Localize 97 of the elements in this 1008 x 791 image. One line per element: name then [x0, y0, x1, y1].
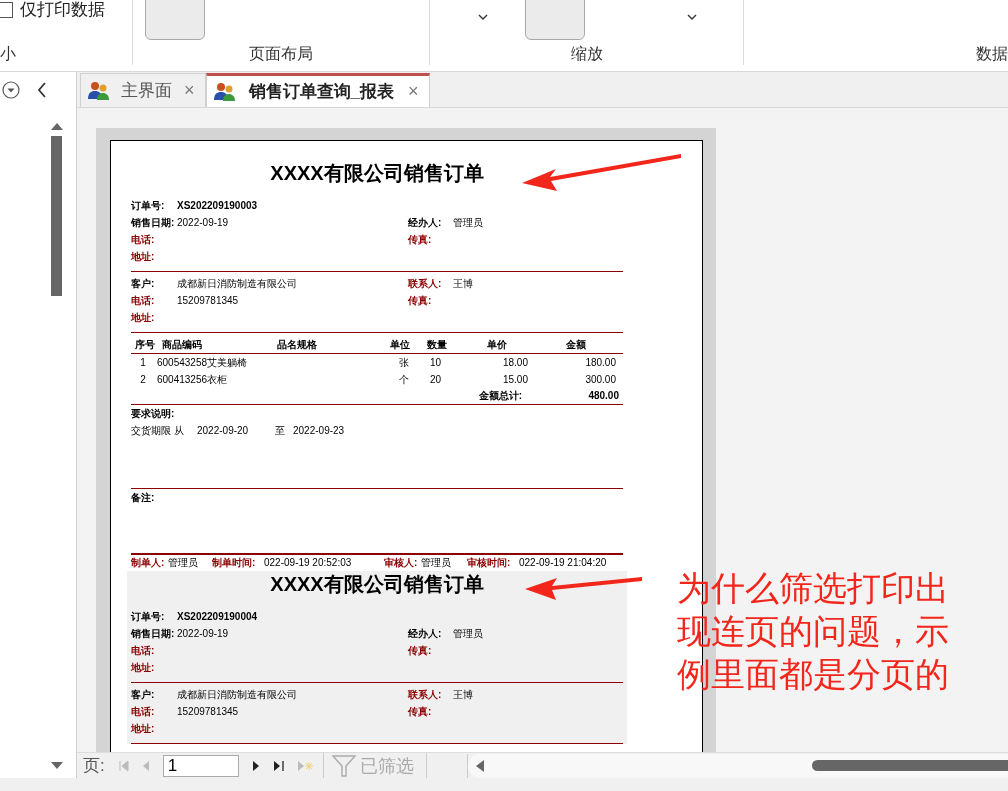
field-label: 订单号: — [131, 199, 166, 213]
table-cell-text: 1 — [139, 356, 147, 370]
total-label: 金额总计: — [478, 389, 522, 403]
field-label: 订单号: — [131, 610, 166, 624]
column-header: 商品编码 — [161, 338, 203, 352]
field-label: 传真: — [408, 705, 433, 719]
field-label: 销售日期: — [131, 216, 176, 230]
field-value: 022-09-19 21:04:20 — [519, 556, 608, 570]
field-value: 王博 — [453, 689, 473, 700]
field-value: 成都新日消防制造有限公司 — [177, 278, 297, 289]
field-label: 客户: — [131, 688, 156, 702]
field-value: XS202209190004 — [177, 610, 259, 624]
column-header: 品名规格 — [276, 338, 318, 352]
table-cell-text: 600413256衣柜 — [156, 373, 229, 387]
field-label: 经办人: — [408, 627, 443, 641]
users-icon — [212, 81, 237, 102]
caret-icon[interactable] — [478, 14, 489, 20]
field-label: 至 — [275, 424, 286, 438]
table-cell-text: 20 — [429, 373, 443, 387]
field-value: 15209781345 — [177, 706, 239, 717]
document-tab[interactable]: 销售订单查询_报表 × — [205, 73, 430, 107]
field-value: 2022-09-20 — [197, 424, 250, 438]
page-number-field[interactable]: 1 — [162, 754, 239, 777]
field-label: 地址: — [131, 722, 156, 736]
scrollbar-thumb[interactable] — [51, 136, 62, 296]
checkbox-label[interactable]: 仅打印数据 — [20, 0, 105, 20]
field-label: 制单时间: — [212, 556, 257, 570]
collapse-icon[interactable] — [37, 82, 47, 98]
field-label: 地址: — [131, 250, 156, 264]
field-value: 王博 — [453, 278, 473, 289]
table-cell-text: 180.00 — [584, 356, 617, 370]
field-value: 2022-09-19 — [177, 628, 229, 639]
field-value: 15209781345 — [177, 295, 239, 306]
group-label: 缩放 — [570, 44, 603, 64]
report-title: XXXX有限公司销售订单 — [270, 161, 484, 186]
field-label: 电话: — [131, 705, 156, 719]
field-label: 电话: — [131, 233, 156, 247]
field-value: 成都新日消防制造有限公司 — [177, 689, 297, 700]
scrollbar-thumb[interactable] — [812, 760, 1008, 771]
total-value: 480.00 — [587, 389, 619, 403]
caret-icon[interactable] — [687, 14, 698, 20]
field-label: 传真: — [408, 233, 433, 247]
checkbox[interactable] — [0, 2, 13, 18]
field-value: 2022-09-19 — [177, 217, 229, 228]
scroll-up-icon[interactable] — [50, 122, 63, 130]
table-cell-text: 300.00 — [584, 373, 617, 387]
scroll-down-icon[interactable] — [50, 762, 63, 770]
field-value: 管理员 — [421, 556, 452, 570]
group-label: 小 — [0, 44, 16, 64]
field-label: 传真: — [408, 644, 433, 658]
field-label: 传真: — [408, 294, 433, 308]
column-header: 单位 — [389, 338, 411, 352]
users-icon — [87, 80, 111, 101]
field-label: 销售日期: — [131, 627, 176, 641]
next-record-icon[interactable] — [250, 759, 261, 772]
field-label: 审核人: — [384, 556, 419, 570]
field-label: 地址: — [131, 661, 156, 675]
section-label: 要求说明: — [131, 407, 176, 421]
field-label: 制单人: — [131, 556, 166, 570]
scroll-left-icon[interactable] — [475, 759, 484, 772]
table-cell-text: 2 — [139, 373, 147, 387]
filter-icon — [331, 754, 356, 777]
field-label: 地址: — [131, 311, 156, 325]
group-label: 页面布局 — [249, 44, 314, 64]
report-title: XXXX有限公司销售订单 — [270, 572, 484, 597]
column-header: 序号 — [134, 338, 155, 352]
field-value: 管理员 — [453, 628, 483, 639]
column-header: 单价 — [486, 338, 508, 352]
column-header: 数量 — [426, 338, 448, 352]
field-label: 联系人: — [408, 688, 443, 702]
field-label: 客户: — [131, 277, 156, 291]
table-cell-text: 张 — [398, 356, 410, 370]
field-label: 联系人: — [408, 277, 443, 291]
dropdown-circle-icon[interactable] — [2, 81, 20, 99]
field-label: 电话: — [131, 644, 156, 658]
field-value: 管理员 — [453, 217, 483, 228]
field-value: 022-09-19 20:52:03 — [264, 556, 353, 570]
field-label: 交货期限 从 — [131, 424, 185, 438]
table-cell-text: 个 — [398, 373, 410, 387]
section-label: 备注: — [131, 491, 156, 505]
field-value: XS202209190003 — [177, 199, 259, 213]
last-record-icon[interactable] — [272, 759, 285, 772]
close-button[interactable]: × — [408, 81, 419, 102]
document-tab[interactable]: 主界面 × — [80, 73, 206, 107]
field-label: 审核时间: — [467, 556, 512, 570]
field-value: 管理员 — [168, 556, 199, 570]
table-cell-text: 15.00 — [501, 373, 529, 387]
close-button[interactable]: × — [184, 80, 195, 101]
table-cell-text: 10 — [429, 356, 443, 370]
group-label: 数据 — [976, 44, 1008, 64]
column-header: 金额 — [565, 338, 587, 352]
field-label: 电话: — [131, 294, 156, 308]
table-cell-text: 600543258艾美躺椅 — [156, 356, 249, 370]
record-label: 页: — [83, 755, 105, 777]
field-label: 经办人: — [408, 216, 443, 230]
field-value: 2022-09-23 — [293, 424, 345, 438]
table-cell-text: 18.00 — [501, 356, 529, 370]
